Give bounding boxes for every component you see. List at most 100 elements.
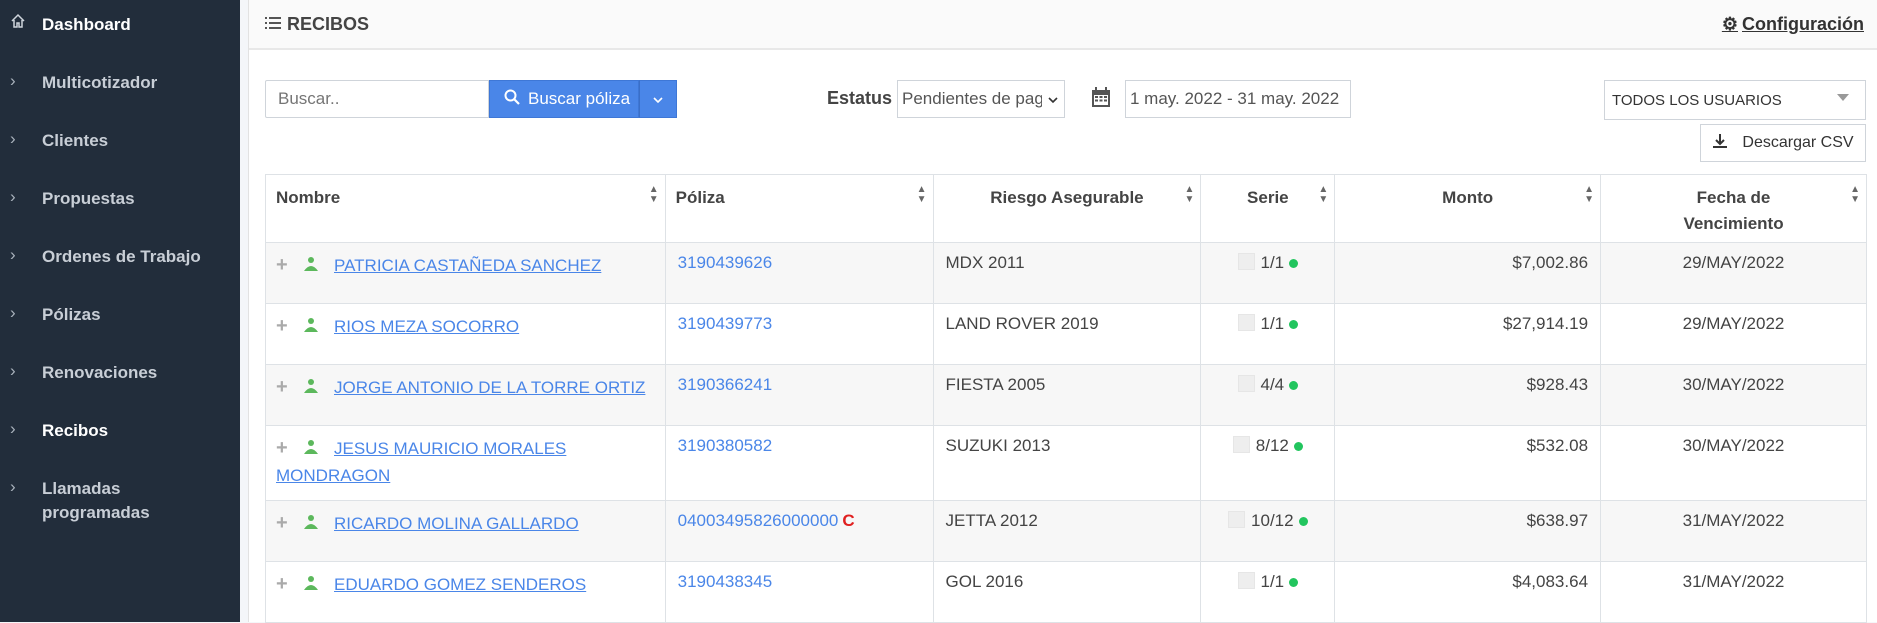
poliza-link[interactable]: 3190439773 <box>678 314 773 333</box>
column-header-label: Póliza <box>675 188 725 207</box>
list-icon <box>265 14 281 35</box>
sidebar-item-propuestas[interactable]: › Propuestas <box>0 174 240 232</box>
poliza-link[interactable]: 3190366241 <box>678 375 773 394</box>
status-dot <box>1289 259 1299 268</box>
sidebar-item-label: Propuestas <box>42 189 135 208</box>
recibos-table: Nombre ▲ ▼ Póliza ▲ ▼ Riesgo Asegurable ▲ ▼… <box>265 174 1867 623</box>
buscar-poliza-label: Buscar póliza <box>528 89 631 108</box>
client-name-link[interactable]: EDUARDO GOMEZ SENDEROS <box>334 575 586 594</box>
table-row: + RIOS MEZA SOCORRO 3190439773 LAND ROVER… <box>265 303 1867 365</box>
status-dot <box>1289 381 1299 390</box>
row-checkbox[interactable] <box>1237 314 1255 331</box>
cell-nombre: + RICARDO MOLINA GALLARDO <box>265 500 666 562</box>
column-header-poliza[interactable]: Póliza ▲ ▼ <box>664 174 934 243</box>
row-checkbox[interactable] <box>1237 572 1255 589</box>
serie-value: 8/12 <box>1255 436 1289 455</box>
expand-plus-icon[interactable]: + <box>276 375 290 400</box>
expand-plus-icon[interactable]: + <box>276 436 290 461</box>
chevron-right-icon: › <box>10 361 16 380</box>
row-checkbox[interactable] <box>1237 375 1255 392</box>
chevron-right-icon: › <box>10 129 16 148</box>
column-header-riesgo[interactable]: Riesgo Asegurable ▲ ▼ <box>932 174 1202 243</box>
table-row: + PATRICIA CASTAÑEDA SANCHEZ 3190439626 M… <box>265 242 1867 304</box>
sidebar-item-ordenes-de-trabajo[interactable]: › Ordenes de Trabajo <box>0 232 240 290</box>
client-name-link[interactable]: RICARDO MOLINA GALLARDO <box>334 514 579 533</box>
calendar-icon[interactable] <box>1091 86 1111 113</box>
column-header-serie[interactable]: Serie ▲ ▼ <box>1200 174 1336 243</box>
sidebar-item-llamadas-programadas[interactable]: › Llamadas programadas <box>0 464 240 536</box>
column-header-label: Riesgo Asegurable <box>990 188 1144 207</box>
descargar-csv-label: Descargar CSV <box>1742 134 1854 151</box>
chevron-right-icon: › <box>10 303 16 322</box>
date-range-input[interactable]: 1 may. 2022 - 31 may. 2022 <box>1125 80 1351 118</box>
home-icon <box>10 13 34 34</box>
page-header: RECIBOS ⚙ Configuración <box>249 0 1877 50</box>
client-name-link[interactable]: PATRICIA CASTAÑEDA SANCHEZ <box>334 256 601 275</box>
cell-fecha: 31/MAY/2022 <box>1600 561 1867 623</box>
sidebar-item-polizas[interactable]: › Pólizas <box>0 290 240 348</box>
sidebar-item-recibos[interactable]: › Recibos <box>0 406 240 464</box>
poliza-link[interactable]: 3190380582 <box>678 436 773 455</box>
sidebar: Dashboard › Multicotizador › Clientes › … <box>0 0 240 622</box>
expand-plus-icon[interactable]: + <box>276 253 290 278</box>
sort-icon[interactable]: ▲ ▼ <box>1850 185 1860 205</box>
download-icon <box>1712 133 1728 154</box>
sidebar-item-renovaciones[interactable]: › Renovaciones <box>0 348 240 406</box>
cell-nombre: + PATRICIA CASTAÑEDA SANCHEZ <box>265 242 666 304</box>
sort-icon[interactable]: ▲ ▼ <box>1184 185 1194 205</box>
column-header-label: Nombre <box>276 188 341 207</box>
users-select[interactable]: TODOS LOS USUARIOS <box>1604 80 1866 120</box>
cell-fecha: 29/MAY/2022 <box>1600 303 1867 365</box>
buscar-poliza-button[interactable]: Buscar póliza <box>489 80 639 118</box>
poliza-link[interactable]: 3190438345 <box>678 572 773 591</box>
configuracion-link[interactable]: ⚙ Configuración <box>1722 14 1864 35</box>
expand-plus-icon[interactable]: + <box>276 314 290 339</box>
sidebar-item-clientes[interactable]: › Clientes <box>0 116 240 174</box>
column-header-fecha[interactable]: Fecha de Vencimiento ▲ ▼ <box>1600 174 1867 243</box>
chevron-down-icon <box>1048 92 1058 107</box>
descargar-csv-button[interactable]: Descargar CSV <box>1700 124 1866 162</box>
sort-icon[interactable]: ▲ ▼ <box>1584 185 1594 205</box>
column-header-monto[interactable]: Monto ▲ ▼ <box>1334 174 1602 243</box>
sidebar-item-label: Recibos <box>42 421 109 440</box>
row-checkbox[interactable] <box>1237 253 1255 270</box>
cell-nombre: + RIOS MEZA SOCORRO <box>265 303 666 365</box>
client-name-link[interactable]: RIOS MEZA SOCORRO <box>334 317 519 336</box>
estatus-value: Pendientes de pago <box>902 89 1042 108</box>
table-row: + RICARDO MOLINA GALLARDO 040034958260000… <box>265 500 1867 562</box>
client-name-link[interactable]: JORGE ANTONIO DE LA TORRE ORTIZ <box>334 378 645 397</box>
column-header-label: Serie <box>1247 188 1289 207</box>
row-checkbox[interactable] <box>1232 436 1250 453</box>
expand-plus-icon[interactable]: + <box>276 511 290 536</box>
estatus-select[interactable]: Pendientes de pago <box>897 80 1065 118</box>
sort-icon[interactable]: ▲ ▼ <box>649 185 659 205</box>
cell-poliza: 3190366241 <box>664 364 934 426</box>
status-dot <box>1289 578 1299 587</box>
sidebar-item-multicotizador[interactable]: › Multicotizador <box>0 58 240 116</box>
cancel-badge: C <box>842 511 855 530</box>
cell-riesgo: LAND ROVER 2019 <box>932 303 1202 365</box>
row-checkbox[interactable] <box>1228 511 1246 528</box>
search-input[interactable] <box>265 80 489 118</box>
sidebar-item-label: Llamadas programadas <box>42 479 150 522</box>
serie-value: 1/1 <box>1260 253 1285 272</box>
table-row: + EDUARDO GOMEZ SENDEROS 3190438345 GOL 2… <box>265 561 1867 623</box>
cell-monto: $532.08 <box>1334 425 1602 501</box>
cell-riesgo: FIESTA 2005 <box>932 364 1202 426</box>
sort-icon[interactable]: ▲ ▼ <box>917 185 927 205</box>
search-dropdown-toggle[interactable] <box>639 80 677 118</box>
column-header-nombre[interactable]: Nombre ▲ ▼ <box>265 174 666 243</box>
cell-fecha: 31/MAY/2022 <box>1600 500 1867 562</box>
chevron-right-icon: › <box>10 71 16 90</box>
sidebar-item-dashboard[interactable]: Dashboard <box>0 0 240 58</box>
cell-serie: 4/4 <box>1200 364 1336 426</box>
cell-poliza: 3190380582 <box>664 425 934 501</box>
expand-plus-icon[interactable]: + <box>276 572 290 597</box>
poliza-link[interactable]: 3190439626 <box>678 253 773 272</box>
sort-icon[interactable]: ▲ ▼ <box>1318 185 1328 205</box>
cell-nombre: + JORGE ANTONIO DE LA TORRE ORTIZ <box>265 364 666 426</box>
cell-poliza: 3190438345 <box>664 561 934 623</box>
caret-down-icon <box>1837 94 1849 101</box>
poliza-link[interactable]: 04003495826000000 <box>678 511 839 530</box>
toolbar: Buscar póliza Estatus Pendientes de pago… <box>249 50 1877 174</box>
